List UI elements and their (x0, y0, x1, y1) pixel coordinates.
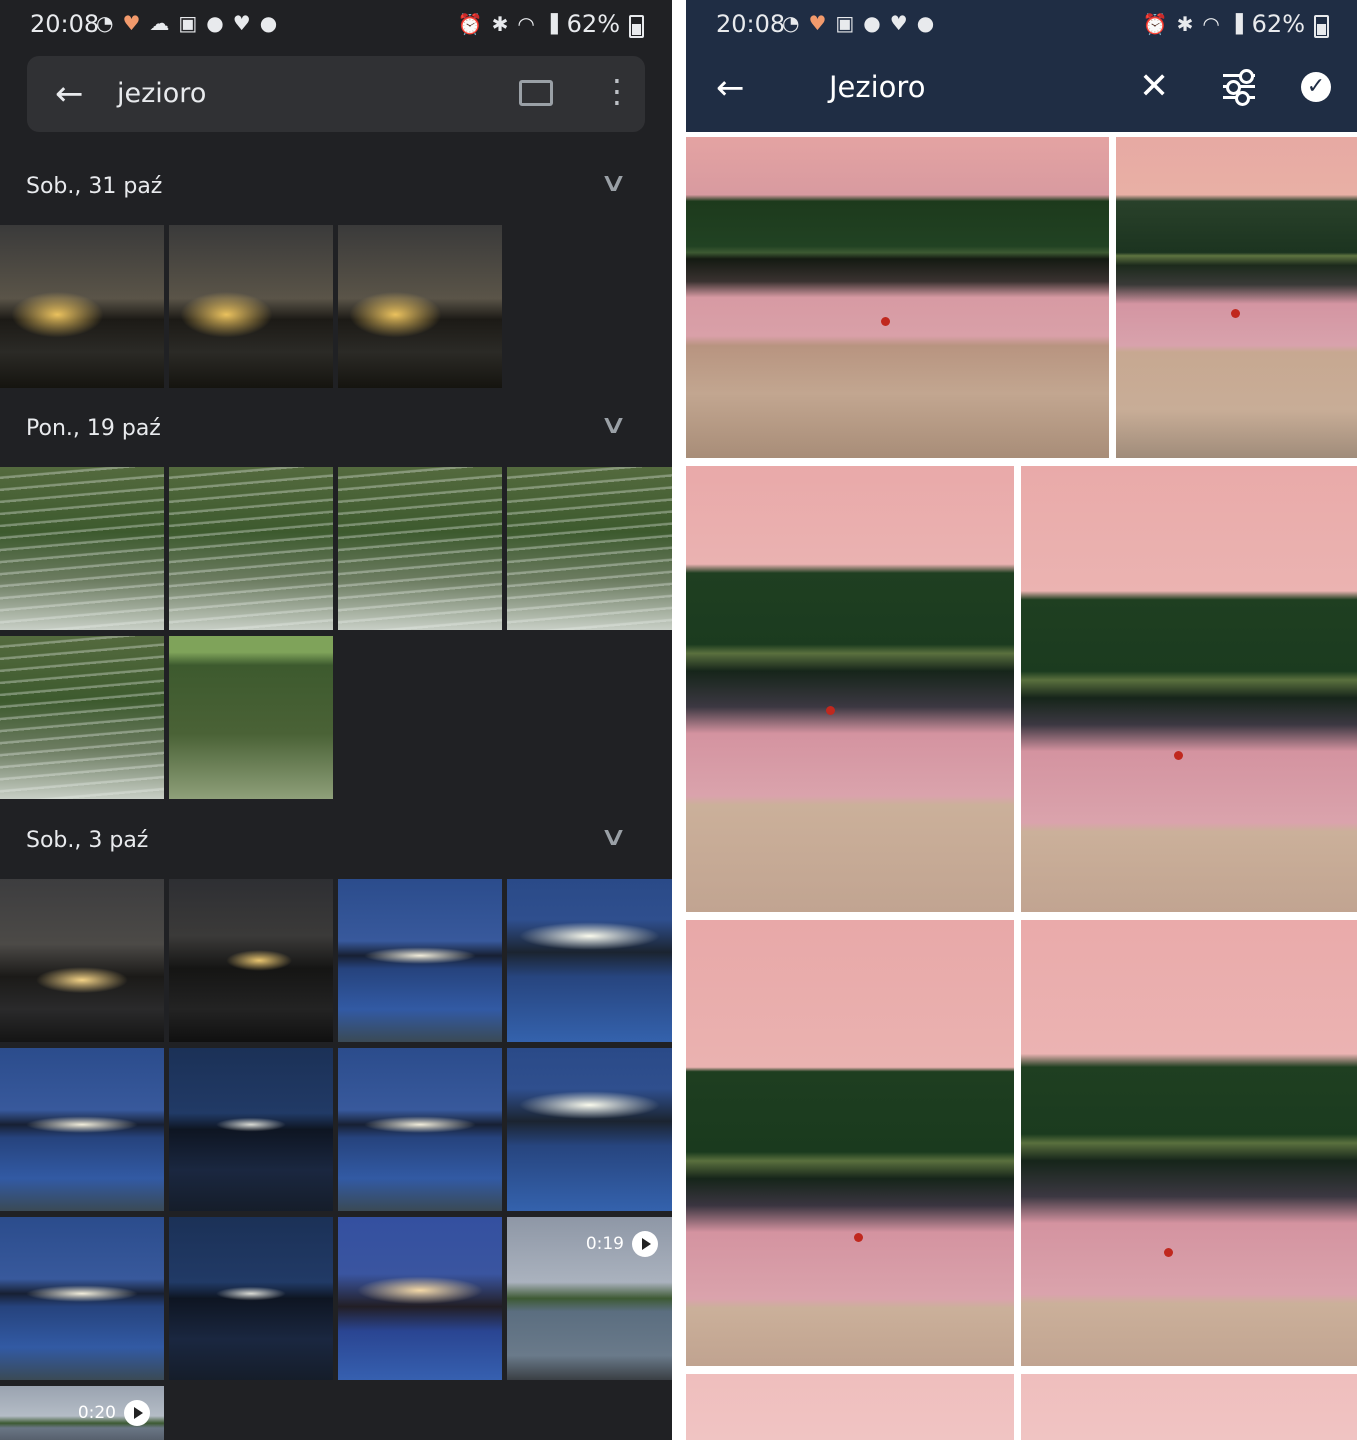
photo-thumbnail[interactable] (1021, 920, 1357, 1366)
photo-thumbnail[interactable] (338, 225, 502, 388)
wifi-icon: ◠ (517, 12, 535, 36)
photo-thumbnail[interactable] (338, 1048, 502, 1211)
messenger-icon: ◔ (782, 11, 800, 35)
play-icon (632, 1231, 658, 1257)
photo-thumbnail[interactable] (169, 1048, 333, 1211)
chat-bubble-icon: ● (206, 11, 224, 35)
photo-thumbnail[interactable] (169, 467, 333, 630)
photo-thumbnail[interactable] (0, 879, 164, 1042)
chevron-down-icon[interactable]: ∨ (599, 822, 628, 852)
buoy (826, 706, 835, 715)
section-date: Sob., 31 paź (26, 174, 163, 199)
heart-rate-icon: ♥ (808, 11, 827, 35)
status-time: 20:08 (30, 10, 100, 38)
chevron-down-icon[interactable]: ∨ (599, 168, 628, 198)
play-icon (124, 1400, 150, 1426)
chat-bubble-icon: ● (259, 11, 278, 35)
photo-thumbnail[interactable] (169, 636, 333, 799)
buoy (1174, 751, 1183, 760)
date-section-header[interactable]: Sob., 3 paź ∨ (0, 822, 672, 862)
cloud-upload-icon: ☁ (149, 11, 170, 35)
gallery-app-bar: ← Jezioro ✕ ✓ (686, 50, 1357, 132)
photo-thumbnail[interactable] (0, 636, 164, 799)
chat-bubble-icon: ● (916, 11, 935, 35)
gallery-icon: ▣ (178, 11, 198, 35)
buoy (1164, 1248, 1173, 1257)
close-icon[interactable]: ✕ (1139, 66, 1169, 107)
video-duration: 0:19 (586, 1231, 658, 1257)
video-thumbnail[interactable]: 0:20 (0, 1386, 164, 1440)
duration-label: 0:20 (77, 1403, 116, 1423)
signal-icon: ▐ (1228, 13, 1243, 35)
system-icons: ⏰ ✱ ◠ ▐ 62% (1143, 10, 1329, 38)
photo-thumbnail[interactable] (1116, 137, 1357, 458)
date-section-header[interactable]: Pon., 19 paź ∨ (0, 410, 672, 450)
battery-percentage: 62% (566, 10, 620, 38)
heart-icon: ♥ (232, 11, 251, 35)
search-title[interactable]: Jezioro (829, 70, 925, 104)
photo-thumbnail[interactable] (686, 466, 1014, 912)
notification-icons: ◔ ♥ ☁ ▣ ● ♥ ● (96, 11, 277, 35)
system-icons: ⏰ ✱ ◠ ▐ 62% (458, 10, 644, 38)
status-bar: 20:08 ◔ ♥ ▣ ● ♥ ● ⏰ ✱ ◠ ▐ 62% (686, 0, 1357, 50)
video-duration: 0:20 (78, 1400, 150, 1426)
photo-thumbnail[interactable] (0, 467, 164, 630)
search-query[interactable]: jezioro (117, 78, 206, 109)
photo-thumbnail[interactable] (0, 225, 164, 388)
photo-thumbnail[interactable] (686, 920, 1014, 1366)
google-photos-search-screen: 20:08 ◔ ♥ ☁ ▣ ● ♥ ● ⏰ ✱ ◠ ▐ 62% ← jezior… (0, 0, 672, 1440)
video-thumbnail[interactable]: 0:19 (507, 1217, 672, 1380)
signal-icon: ▐ (543, 13, 558, 35)
photo-thumbnail[interactable] (169, 1217, 333, 1380)
photo-thumbnail[interactable] (507, 1048, 672, 1211)
date-section-header[interactable]: Sob., 31 paź ∨ (0, 168, 672, 208)
wifi-icon: ◠ (1202, 12, 1220, 36)
heart-rate-icon: ♥ (122, 11, 141, 35)
notification-icons: ◔ ♥ ▣ ● ♥ ● (782, 11, 934, 35)
photo-thumbnail[interactable] (1021, 466, 1357, 912)
photo-thumbnail[interactable] (338, 467, 502, 630)
section-date: Sob., 3 paź (26, 828, 149, 853)
arrow-back-icon[interactable]: ← (55, 74, 84, 114)
photo-thumbnail[interactable] (507, 467, 672, 630)
alarm-icon: ⏰ (457, 12, 483, 36)
photo-thumbnail[interactable] (0, 1048, 164, 1211)
battery-icon (629, 14, 644, 38)
gallery-icon: ▣ (835, 11, 855, 35)
cast-icon[interactable] (519, 80, 553, 106)
buoy (1231, 309, 1240, 318)
section-date: Pon., 19 paź (26, 416, 161, 441)
photo-thumbnail[interactable] (686, 137, 1109, 458)
buoy (881, 317, 890, 326)
photo-thumbnail[interactable] (338, 1217, 502, 1380)
tune-sliders-icon[interactable] (1223, 69, 1255, 107)
bluetooth-icon: ✱ (1176, 12, 1194, 36)
chat-bubble-icon: ● (863, 11, 881, 35)
check-circle-icon[interactable]: ✓ (1301, 72, 1331, 102)
more-vert-icon[interactable]: ⋮ (601, 72, 633, 110)
photo-thumbnail[interactable] (169, 225, 333, 388)
chevron-down-icon[interactable]: ∨ (599, 410, 628, 440)
photo-thumbnail[interactable] (686, 1374, 1014, 1440)
heart-icon: ♥ (889, 11, 908, 35)
photo-thumbnail[interactable] (169, 879, 333, 1042)
buoy (854, 1233, 863, 1242)
photo-thumbnail[interactable] (1021, 1374, 1357, 1440)
photo-thumbnail[interactable] (0, 1217, 164, 1380)
arrow-back-icon[interactable]: ← (716, 68, 745, 108)
photo-thumbnail[interactable] (507, 879, 672, 1042)
battery-percentage: 62% (1251, 10, 1305, 38)
bluetooth-icon: ✱ (491, 12, 509, 36)
search-bar[interactable]: ← jezioro ⋮ (27, 56, 645, 132)
messenger-icon: ◔ (96, 11, 114, 35)
gallery-search-screen: 20:08 ◔ ♥ ▣ ● ♥ ● ⏰ ✱ ◠ ▐ 62% ← Jezioro … (686, 0, 1357, 1440)
status-bar: 20:08 ◔ ♥ ☁ ▣ ● ♥ ● ⏰ ✱ ◠ ▐ 62% (0, 0, 672, 50)
status-time: 20:08 (716, 10, 786, 38)
duration-label: 0:19 (585, 1234, 624, 1254)
battery-icon (1314, 14, 1329, 38)
photo-thumbnail[interactable] (338, 879, 502, 1042)
alarm-icon: ⏰ (1142, 12, 1168, 36)
